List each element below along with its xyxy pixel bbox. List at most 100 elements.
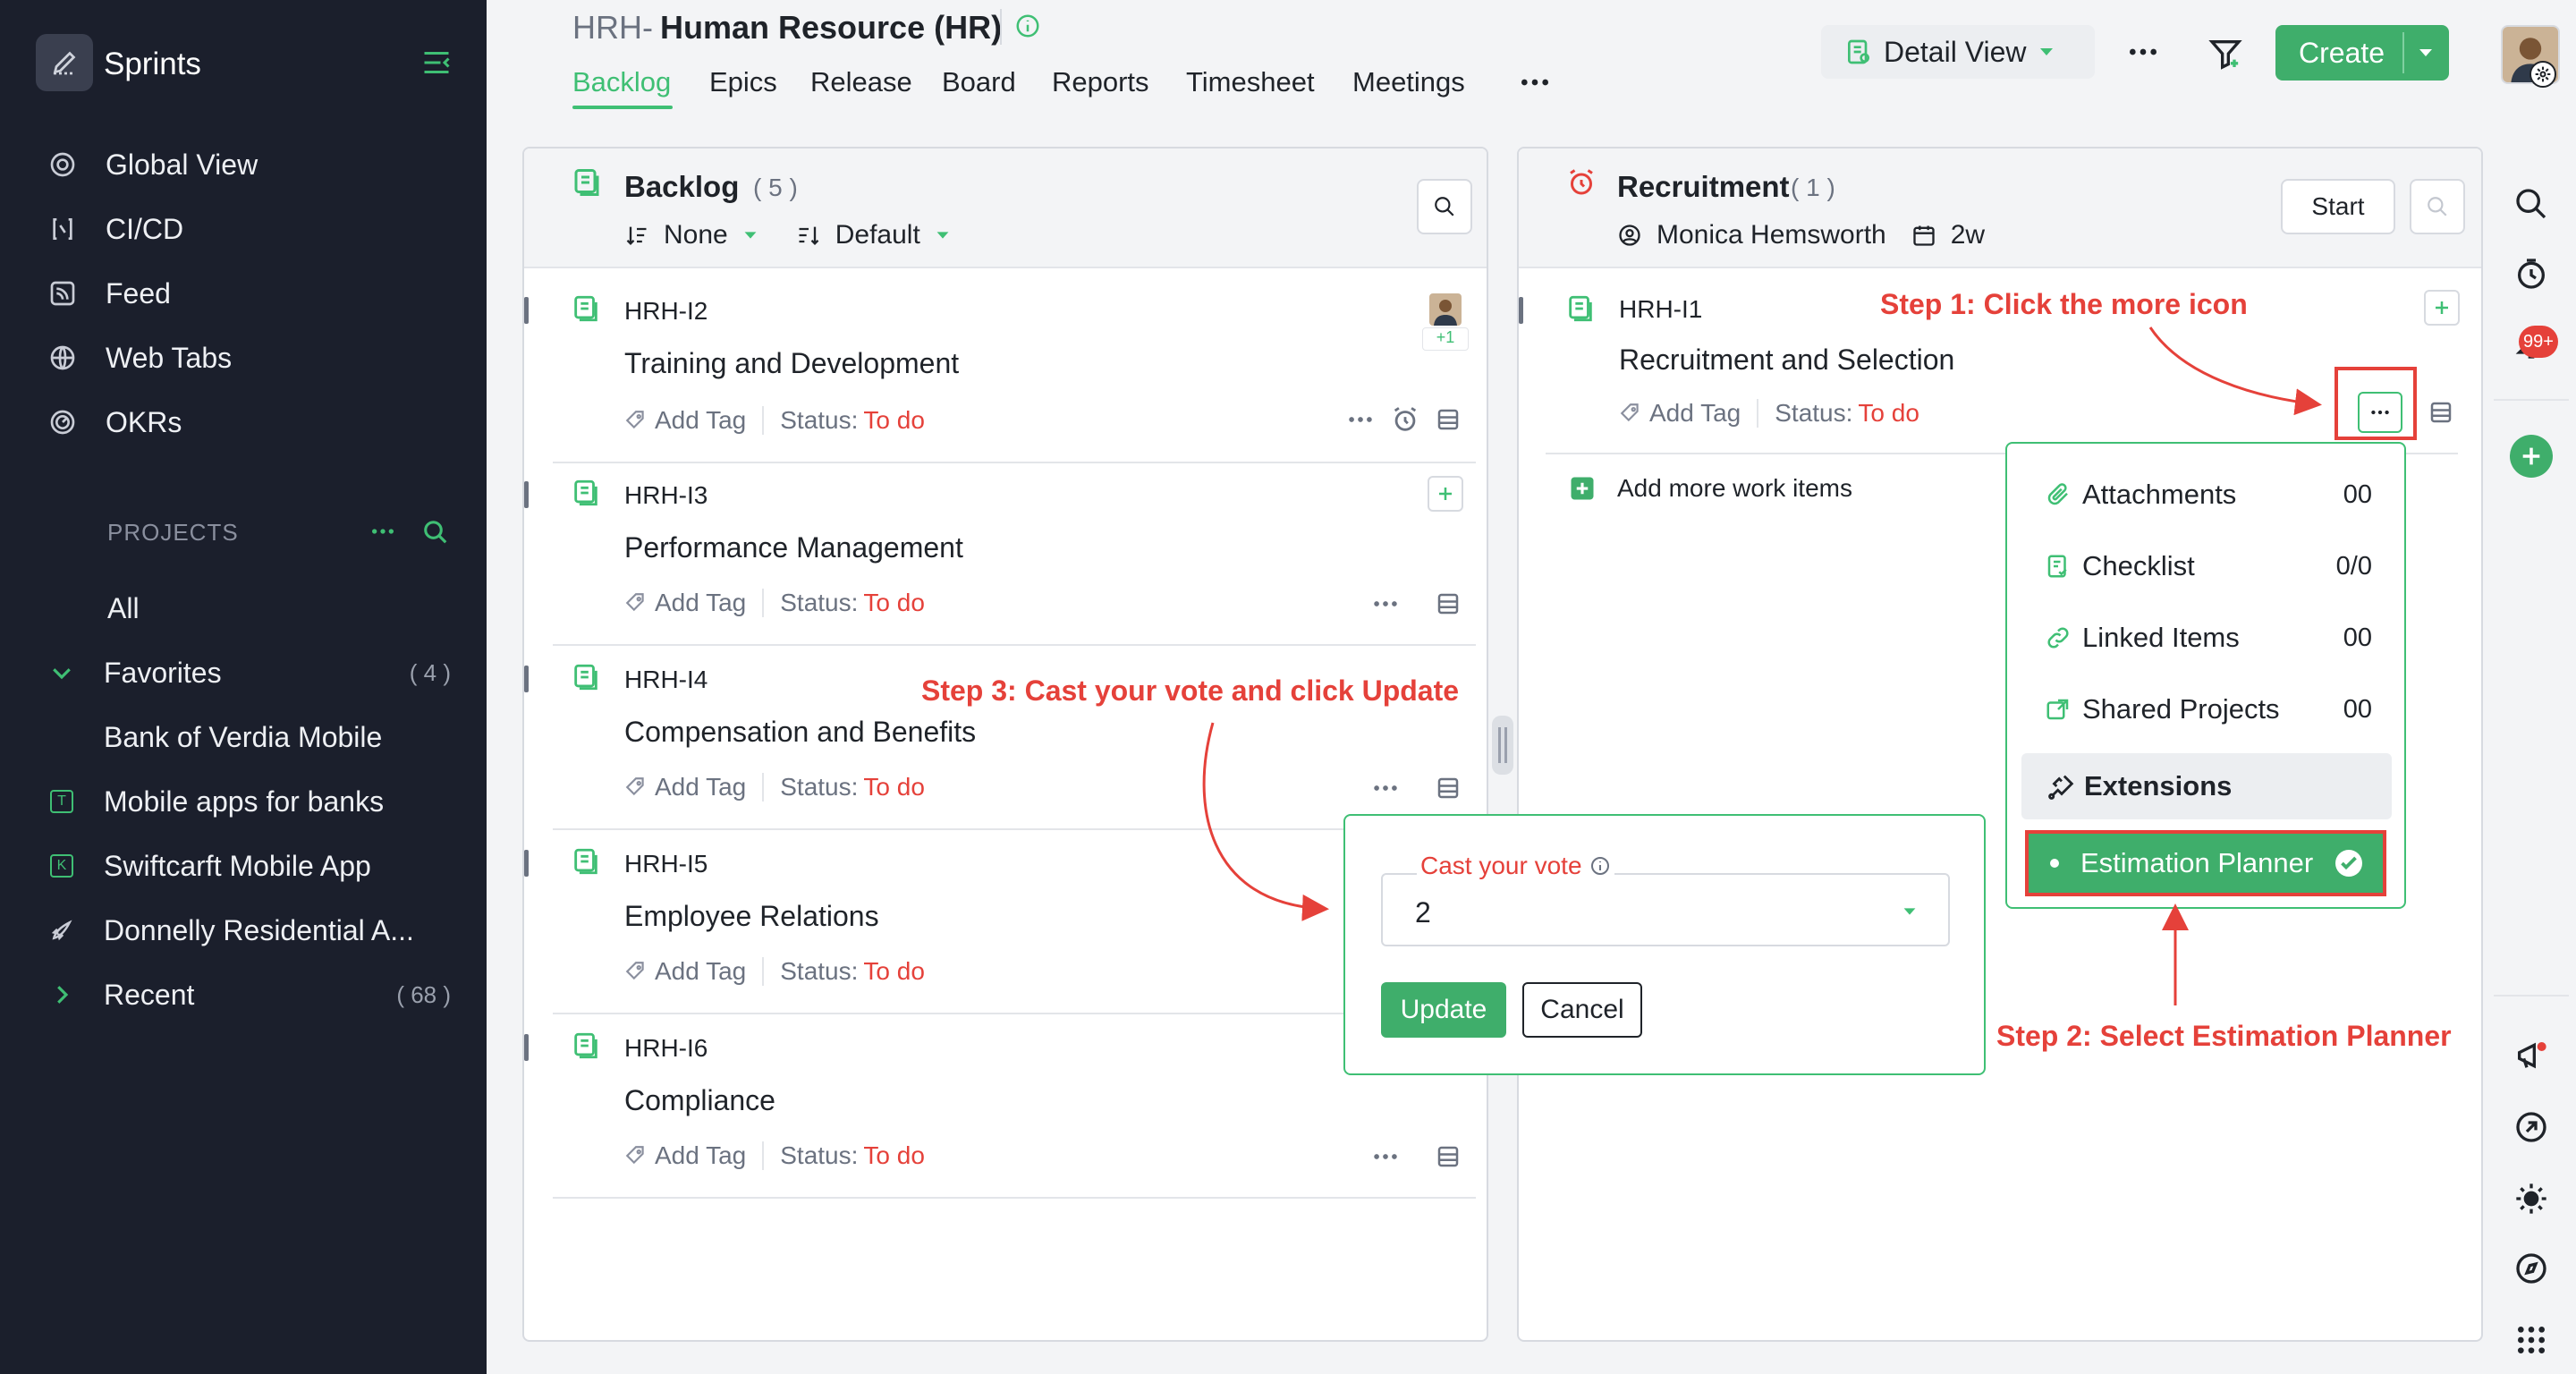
backlog-item[interactable]: HRH-I4 Compensation and Benefits Add Tag… (524, 644, 1487, 832)
status-value[interactable]: To do (863, 589, 925, 617)
more-icon[interactable] (1370, 1141, 1401, 1172)
favorites-toggle[interactable]: Favorites ( 4 ) (48, 650, 460, 695)
nav-feed[interactable]: Feed (48, 272, 171, 315)
info-icon[interactable] (1014, 13, 1041, 39)
item-name[interactable]: Compliance (624, 1084, 775, 1117)
more-icon[interactable] (1370, 773, 1401, 803)
add-tag[interactable]: Add Tag (655, 589, 746, 617)
more-tabs-icon[interactable] (1517, 64, 1553, 100)
assignee-avatar[interactable] (1429, 293, 1462, 326)
project-swiftcarft[interactable]: K Swiftcarft Mobile App (48, 844, 460, 888)
storage-icon[interactable] (1435, 406, 1462, 433)
info-icon[interactable] (1589, 855, 1611, 877)
drag-handle[interactable] (1519, 297, 1523, 324)
item-id[interactable]: HRH-I4 (624, 666, 708, 694)
menu-item-linked-items[interactable]: Linked Items 00 (2045, 615, 2372, 660)
announcement-icon[interactable] (2513, 1038, 2549, 1073)
tab-reports[interactable]: Reports (1052, 66, 1149, 98)
nav-web-tabs[interactable]: Web Tabs (48, 336, 232, 379)
drag-handle[interactable] (524, 481, 529, 508)
backlog-item[interactable]: HRH-I2 Training and Development Add Tag … (524, 276, 1487, 463)
sort-label[interactable]: None (664, 220, 728, 250)
settings-gear-icon[interactable] (2529, 61, 2556, 88)
theme-icon[interactable] (2513, 1181, 2549, 1217)
status-value[interactable]: To do (863, 957, 925, 986)
backlog-item[interactable]: HRH-I3 Performance Management Add Tag St… (524, 460, 1487, 648)
tab-timesheet[interactable]: Timesheet (1186, 66, 1315, 98)
compass-icon[interactable] (2513, 1251, 2549, 1286)
menu-item-checklist[interactable]: Checklist 0/0 (2045, 544, 2372, 589)
more-icon[interactable] (1370, 589, 1401, 619)
item-name[interactable]: Compensation and Benefits (624, 716, 976, 749)
tab-board[interactable]: Board (942, 66, 1016, 98)
filter-icon[interactable] (2207, 36, 2243, 72)
nav-okrs[interactable]: OKRs (48, 401, 182, 444)
panel-resize-handle[interactable] (1492, 716, 1513, 775)
item-name[interactable]: Recruitment and Selection (1619, 344, 1954, 377)
more-icon[interactable] (1345, 404, 1376, 435)
item-name[interactable]: Training and Development (624, 347, 959, 380)
project-bank-of-verdia[interactable]: Bank of Verdia Mobile (48, 715, 460, 759)
search-icon[interactable] (2513, 186, 2549, 222)
storage-icon[interactable] (1435, 590, 1462, 617)
tab-meetings[interactable]: Meetings (1352, 66, 1465, 98)
item-name[interactable]: Employee Relations (624, 900, 879, 933)
view-selector[interactable]: Detail View (1821, 25, 2095, 79)
menu-item-shared-projects[interactable]: Shared Projects 00 (2045, 687, 2372, 732)
projects-search-icon[interactable] (422, 519, 449, 546)
timer-icon[interactable] (2513, 256, 2549, 292)
recent-toggle[interactable]: Recent ( 68 ) (48, 972, 460, 1017)
vote-select[interactable]: Cast your vote 2 (1381, 852, 1950, 946)
storage-icon[interactable] (1435, 775, 1462, 802)
item-name[interactable]: Performance Management (624, 531, 963, 564)
cancel-button[interactable]: Cancel (1522, 982, 1642, 1038)
add-more-work-items[interactable]: Add more work items (1569, 474, 1852, 503)
projects-more-icon[interactable] (369, 517, 397, 546)
project-mobile-apps[interactable]: T Mobile apps for banks (48, 779, 460, 824)
start-sprint-button[interactable]: Start (2281, 179, 2395, 234)
item-id[interactable]: HRH-I6 (624, 1034, 708, 1063)
menu-item-extensions[interactable]: Extensions (2021, 753, 2392, 819)
tab-backlog[interactable]: Backlog (572, 66, 671, 98)
add-tag[interactable]: Add Tag (655, 773, 746, 802)
create-button[interactable]: Create (2275, 25, 2449, 81)
app-grid-icon[interactable] (2513, 1322, 2549, 1358)
drag-handle[interactable] (524, 850, 529, 877)
nav-cicd[interactable]: CI/CD (48, 208, 183, 250)
drag-handle[interactable] (524, 297, 529, 324)
tab-release[interactable]: Release (810, 66, 912, 98)
drag-handle[interactable] (524, 1034, 529, 1061)
add-tag[interactable]: Add Tag (655, 406, 746, 435)
integrations-icon[interactable] (2513, 1109, 2549, 1145)
item-id[interactable]: HRH-I1 (1619, 295, 1702, 324)
item-id[interactable]: HRH-I2 (624, 297, 708, 326)
alarm-icon[interactable] (1390, 404, 1420, 435)
update-button[interactable]: Update (1381, 982, 1506, 1038)
status-value[interactable]: To do (863, 406, 925, 435)
add-tag[interactable]: Add Tag (655, 957, 746, 986)
sprint-search-button[interactable] (2410, 179, 2465, 234)
header-more-icon[interactable] (2125, 34, 2161, 70)
item-id[interactable]: HRH-I5 (624, 850, 708, 878)
project-donnelly[interactable]: Donnelly Residential A... (48, 908, 460, 953)
backlog-search-button[interactable] (1417, 179, 1472, 234)
projects-all[interactable]: All (107, 586, 519, 631)
add-subitem-icon[interactable] (1428, 476, 1463, 512)
quick-add-icon[interactable] (2510, 435, 2553, 478)
storage-icon[interactable] (1435, 1143, 1462, 1170)
drag-handle[interactable] (524, 666, 529, 692)
add-subitem-icon[interactable] (2424, 290, 2460, 326)
create-dropdown-icon[interactable] (2415, 42, 2436, 64)
status-value[interactable]: To do (863, 773, 925, 802)
nav-global-view[interactable]: Global View (48, 143, 258, 186)
storage-icon[interactable] (2428, 399, 2454, 426)
collapse-sidebar-icon[interactable] (420, 47, 453, 79)
group-label[interactable]: Default (835, 220, 920, 250)
add-tag[interactable]: Add Tag (655, 1141, 746, 1170)
assignee-more[interactable]: +1 (1422, 327, 1469, 351)
tab-epics[interactable]: Epics (709, 66, 777, 98)
status-value[interactable]: To do (1858, 399, 1919, 428)
status-value[interactable]: To do (863, 1141, 925, 1170)
menu-item-attachments[interactable]: Attachments 00 (2045, 472, 2372, 517)
add-tag[interactable]: Add Tag (1649, 399, 1741, 428)
